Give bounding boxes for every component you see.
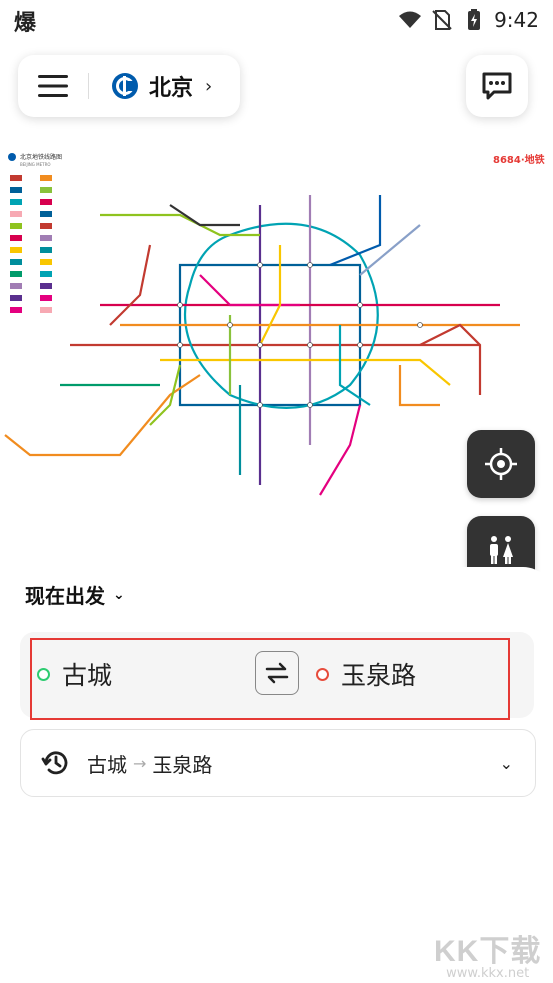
status-icons: 9:42 (398, 8, 539, 32)
map-brand: 8684·地铁 (493, 153, 545, 166)
depart-label: 现在出发 (25, 584, 105, 608)
map-title: 北京地铁线路图 (20, 153, 62, 161)
history-item[interactable]: 古城 → 玉泉路 ⌄ (20, 729, 536, 797)
status-time: 9:42 (494, 8, 539, 32)
battery-charging-icon (468, 9, 481, 30)
arrow-right-icon: → (133, 753, 147, 773)
history-route: 古城 → 玉泉路 (87, 749, 212, 778)
route-highlight-box (30, 638, 510, 720)
watermark: KK下载 www.kkx.net (434, 926, 541, 981)
chevron-down-icon[interactable]: ⌄ (500, 754, 513, 773)
map-subtitle: BEIJING METRO (20, 162, 51, 167)
chat-icon (482, 72, 512, 100)
locate-icon (485, 448, 517, 480)
city-switch-button[interactable]: 北京 › (89, 70, 212, 102)
menu-button[interactable] (18, 55, 88, 117)
map-stations (177, 262, 423, 408)
history-to: 玉泉路 (152, 752, 213, 777)
history-icon (41, 751, 68, 775)
no-sim-icon (432, 10, 452, 30)
chevron-down-icon: ⌄ (113, 586, 125, 603)
map-legend (10, 175, 52, 313)
depart-time-selector[interactable]: 现在出发 ⌄ (25, 580, 125, 609)
city-selector: 北京 › (18, 55, 240, 117)
locate-button[interactable] (467, 430, 535, 498)
watermark-url: www.kkx.net (446, 966, 530, 981)
message-button[interactable] (466, 55, 528, 117)
status-bar: 爆 9:42 (0, 0, 553, 42)
chevron-right-icon: › (205, 75, 213, 97)
wifi-icon (399, 11, 422, 28)
restroom-icon (490, 536, 513, 564)
city-name: 北京 (149, 76, 194, 101)
beijing-subway-logo-icon (112, 73, 138, 99)
watermark-logo: KK下载 (434, 935, 542, 968)
map-header: 北京地铁线路图 BEIJING METRO 8684·地铁 (8, 153, 545, 167)
status-app-icon: 爆 (14, 11, 37, 36)
history-from: 古城 (87, 752, 127, 777)
menu-icon (38, 75, 68, 97)
